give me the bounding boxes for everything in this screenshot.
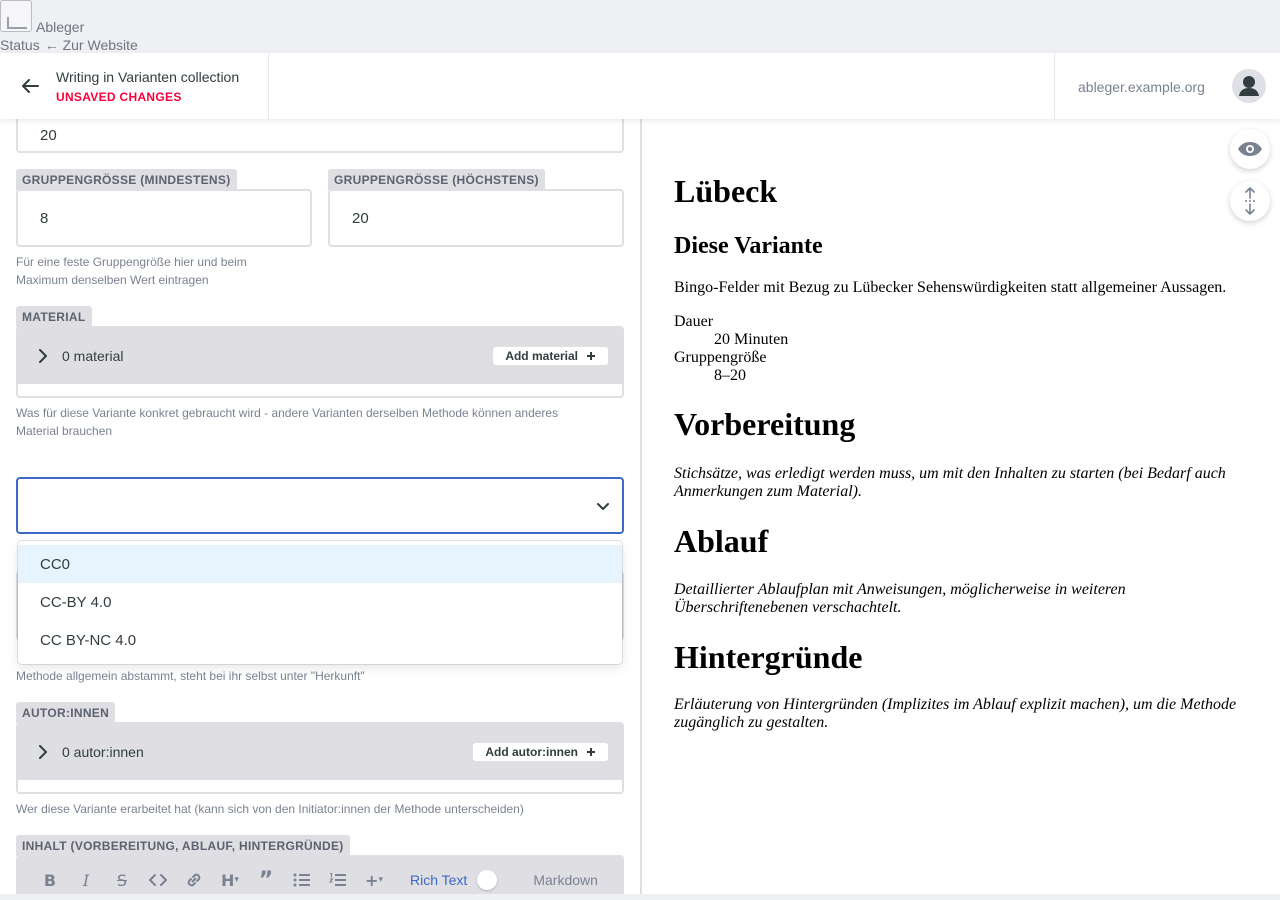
scroll-sync-icon [1245,187,1255,215]
link-icon[interactable] [182,868,206,892]
authors-list-header[interactable]: 0 autor:innen Add autor:innen [18,724,622,780]
license-hint: Methode allgemein abstammt, steht bei ih… [16,667,365,685]
preview-panel: Lübeck Diese Variante Bingo-Felder mit B… [642,119,1280,894]
toggle-preview-button[interactable] [1230,129,1270,169]
license-select[interactable] [16,477,624,534]
bulleted-list-icon[interactable] [290,868,314,892]
material-list-widget: 0 material Add material [16,326,624,398]
header-title-box: Writing in Varianten collection UNSAVED … [56,69,239,104]
chevron-right-icon[interactable] [38,745,54,759]
status-link[interactable]: Status [0,37,40,53]
preview-duration-value: 20 Minuten [714,331,789,348]
duration-field[interactable]: 20 [16,119,624,153]
group-max-label: GRUPPENGRÖSSE (HÖCHSTENS) [328,169,545,190]
license-hint-line: Methode allgemein abstammt, steht bei ih… [16,669,365,683]
license-option[interactable]: CC-BY 4.0 [18,583,622,621]
material-hint: Was für diese Variante konkret gebraucht… [16,404,558,440]
avatar[interactable] [1232,69,1266,103]
preview-variant-heading: Diese Variante [674,233,823,259]
material-list-header[interactable]: 0 material Add material [18,328,622,384]
group-max-value: 20 [352,209,369,227]
group-hint-line: Maximum denselben Wert eintragen [16,273,209,287]
preview-details-list: Dauer 20 Minuten Gruppengröße 8–20 [674,313,788,385]
arrow-left-icon [22,79,39,93]
license-option[interactable]: CC BY-NC 4.0 [18,621,622,659]
bold-icon[interactable]: B [38,868,62,892]
collection-title: Writing in Varianten collection [56,69,240,85]
preview-title: Lübeck [674,173,778,209]
license-dropdown-menu: CC0 CC-BY 4.0 CC BY-NC 4.0 [18,541,622,664]
rich-text-toolbar: B I S H ▾ ” + ▾ Rich Text Markdown [16,855,624,894]
group-hint: Für eine feste Gruppengröße hier und bei… [16,253,247,289]
preview-bg-heading: Hintergründe [674,639,863,675]
content-label: INHALT (VORBEREITUNG, ABLAUF, HINTERGRÜN… [16,835,350,856]
site-url-link[interactable]: ableger.example.org [1078,79,1205,95]
group-min-value: 8 [40,209,49,227]
group-min-label: GRUPPENGRÖSSE (MINDESTENS) [16,169,237,190]
sync-scroll-button[interactable] [1230,181,1270,221]
preview-prep-text: Stichsätze, was erledigt werden muss, um… [674,465,1226,500]
preview-duration-label: Dauer [674,313,714,330]
add-material-label: Add material [505,349,578,363]
preview-flow-text: Detaillierter Ablaufplan mit Anweisungen… [674,581,1126,616]
site-links: Status ← Zur Website [0,37,143,53]
add-authors-button[interactable]: Add autor:innen [473,743,608,761]
numbered-list-icon[interactable] [326,868,350,892]
add-material-button[interactable]: Add material [493,347,608,365]
image-icon [0,0,32,32]
chevron-down-icon[interactable] [596,499,610,513]
editor-form-panel[interactable]: 20 GRUPPENGRÖSSE (MINDESTENS) 8 GRUPPENG… [0,119,640,894]
material-hint-line: Material brauchen [16,424,113,438]
group-hint-line: Für eine feste Gruppengröße hier und bei… [16,255,247,269]
markdown-mode-label[interactable]: Markdown [533,872,598,888]
duration-value: 20 [40,126,57,144]
authors-hint: Wer diese Variante erarbeitet hat (kann … [16,802,524,816]
group-min-input[interactable]: 8 [16,189,312,247]
editor-header: Writing in Varianten collection UNSAVED … [0,53,1280,119]
group-max-input[interactable]: 20 [328,189,624,247]
website-link[interactable]: ← Zur Website [45,37,138,53]
authors-label: AUTOR:INNEN [16,702,116,723]
eye-icon [1238,142,1262,156]
strikethrough-icon[interactable]: S [110,868,134,892]
material-hint-line: Was für diese Variante konkret gebraucht… [16,406,559,420]
preview-group-label: Gruppengröße [674,349,767,366]
material-count: 0 material [62,348,124,364]
italic-icon[interactable]: I [74,868,98,892]
authors-list-widget: 0 autor:innen Add autor:innen [16,722,624,794]
chevron-right-icon[interactable] [38,349,54,363]
preview-variant-text: Bingo-Felder mit Bezug zu Lübecker Sehen… [674,279,1227,296]
code-icon[interactable] [146,868,170,892]
plus-icon [587,748,595,756]
editor-mode-toggle[interactable] [477,870,512,890]
back-button[interactable] [0,53,60,119]
preview-flow-heading: Ablauf [674,523,769,559]
add-authors-label: Add autor:innen [485,745,578,759]
add-block-icon[interactable]: + ▾ [362,868,386,892]
site-bar: Ableger Status ← Zur Website [0,0,1280,53]
preview-prep-heading: Vorbereitung [674,406,856,442]
preview-bg-text: Erläuterung von Hintergründen (Implizite… [674,696,1237,731]
material-label: MATERIAL [16,306,92,327]
plus-icon [587,352,595,360]
header-divider [1054,53,1055,119]
bottom-scroll-strip [0,894,1280,900]
authors-count: 0 autor:innen [62,744,144,760]
header-divider [268,53,269,119]
unsaved-status: UNSAVED CHANGES [56,90,182,104]
user-icon [1239,76,1259,96]
rich-text-mode-label[interactable]: Rich Text [410,872,467,888]
quote-icon[interactable]: ” [254,868,278,893]
site-name-link[interactable]: Ableger [36,19,84,35]
heading-icon[interactable]: H ▾ [218,868,242,892]
license-option[interactable]: CC0 [18,545,622,583]
preview-group-value: 8–20 [714,367,746,384]
